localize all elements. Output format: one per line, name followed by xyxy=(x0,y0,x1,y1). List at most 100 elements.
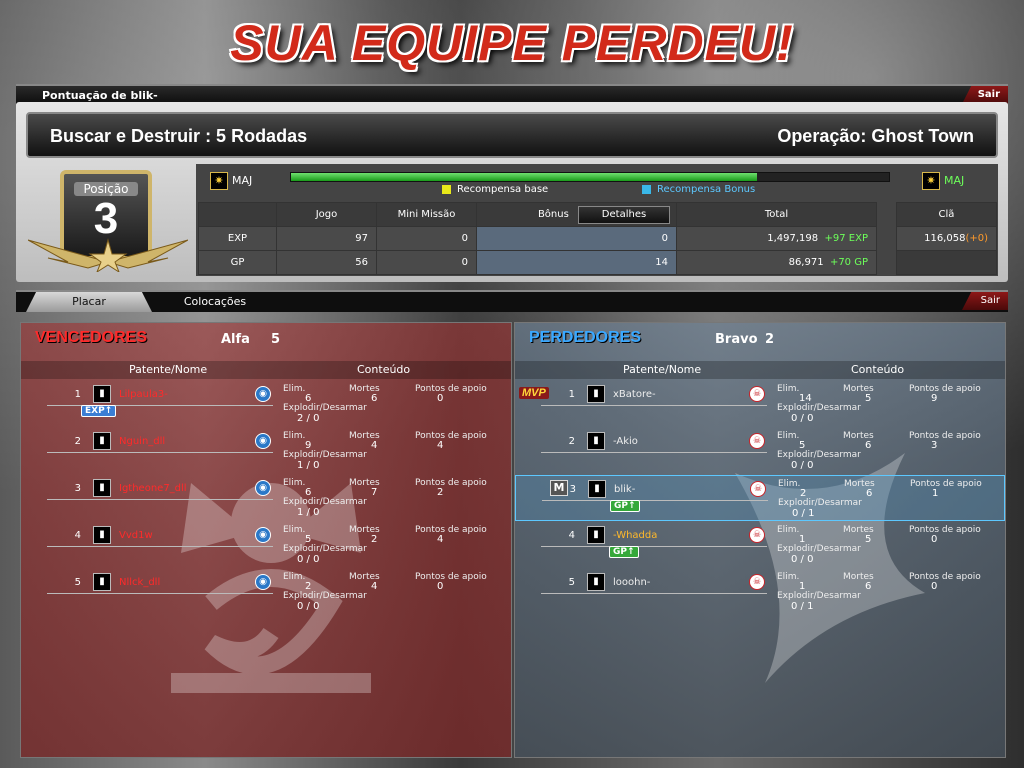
losers-team-name: Bravo xyxy=(715,332,758,347)
player-row[interactable]: MVP 1 ▮ xBatore- ☠ Elim. 14 Mortes 5 Pontos de ap… xyxy=(515,381,1005,427)
deaths-value: 5 xyxy=(865,534,872,545)
clan-exp-gain: (+0) xyxy=(965,233,988,244)
support-value: 9 xyxy=(931,393,938,404)
player-row[interactable]: M 3 ▮ blik- ☠ GP↑ Elim. 2 Mortes 6 Pontos de apoio… xyxy=(515,475,1005,521)
support-value: 0 xyxy=(931,581,938,592)
player-row[interactable]: 4 ▮ -Whadda ☠ GP↑ Elim. 1 Mortes 5 Pontos de apoi… xyxy=(515,522,1005,568)
rank-icon: ✷ xyxy=(210,172,228,190)
support-label: Pontos de apoio xyxy=(909,572,981,582)
details-button[interactable]: Detalhes xyxy=(578,205,670,224)
tab-placar[interactable]: Placar xyxy=(26,292,152,312)
col-bonus: Bônus Detalhes xyxy=(476,202,677,227)
gp-up-badge: GP↑ xyxy=(610,500,640,512)
defuse-label: Explodir/Desarmar xyxy=(777,544,861,554)
player-name: xBatore- xyxy=(613,389,656,400)
deaths-value: 6 xyxy=(866,488,873,499)
clan-exp-value: 116,058 xyxy=(924,233,966,244)
score-panel-header: Pontuação de blik- Sair xyxy=(16,84,1008,104)
kills-label: Elim. xyxy=(283,431,306,441)
clan-exp: 116,058(+0) xyxy=(896,226,997,251)
row-underline xyxy=(541,452,767,453)
winners-panel: VENCEDORES Alfa 5 Patente/Nome Conteúdo … xyxy=(20,322,512,758)
support-value: 0 xyxy=(437,393,444,404)
legend-bonus: Recompensa Bonus xyxy=(642,184,755,195)
kills-label: Elim. xyxy=(283,572,306,582)
gp-game: 56 xyxy=(276,250,377,275)
kills-label: Elim. xyxy=(283,384,306,394)
deaths-value: 6 xyxy=(371,393,378,404)
col-content-label: Conteúdo xyxy=(851,363,905,376)
support-value: 3 xyxy=(931,440,938,451)
rank-icon: ▮ xyxy=(93,479,111,497)
stats-table: Jogo Mini Missão Bônus Detalhes Total Cl… xyxy=(198,202,997,275)
rank-icon: ▮ xyxy=(587,573,605,591)
losers-title: PERDEDORES xyxy=(529,329,642,346)
defuse-value: 2 / 0 xyxy=(297,413,320,424)
support-value: 4 xyxy=(437,534,444,545)
tab-bar: Placar Colocações Sair xyxy=(16,290,1008,312)
player-row[interactable]: 5 ▮ looohn- ☠ Elim. 1 Mortes 6 Pontos de apoio 0 E… xyxy=(515,569,1005,615)
rank-icon: ▮ xyxy=(587,432,605,450)
support-label: Pontos de apoio xyxy=(415,478,487,488)
player-name: Nguin_dll xyxy=(119,436,166,447)
defuse-value: 0 / 0 xyxy=(297,554,320,565)
exp-mini: 0 xyxy=(376,226,477,251)
current-rank: ✷ MAJ xyxy=(210,168,252,194)
deaths-value: 6 xyxy=(865,440,872,451)
winners-team-name: Alfa xyxy=(221,332,250,347)
support-value: 2 xyxy=(437,487,444,498)
clan-icon: ☠ xyxy=(749,527,765,543)
player-row[interactable]: 2 ▮ -Akio ☠ Elim. 5 Mortes 6 Pontos de apoio 3 Exp… xyxy=(515,428,1005,474)
support-label: Pontos de apoio xyxy=(415,572,487,582)
defuse-label: Explodir/Desarmar xyxy=(777,450,861,460)
deaths-value: 7 xyxy=(371,487,378,498)
mvp-badge: MVP xyxy=(519,387,549,399)
player-position: 4 xyxy=(74,530,81,541)
col-bonus-label: Bônus xyxy=(537,208,569,220)
player-name: looohn- xyxy=(613,577,651,588)
kills-label: Elim. xyxy=(283,525,306,535)
player-position: 3 xyxy=(74,483,81,494)
player-position: 3 xyxy=(569,484,576,495)
kills-label: Elim. xyxy=(777,384,800,394)
player-row[interactable]: 5 ▮ Nllck_dll ◉ Elim. 2 Mortes 4 Pontos de apoio… xyxy=(21,569,511,615)
next-rank-label: MAJ xyxy=(944,174,965,187)
gp-gain: +70 GP xyxy=(829,257,868,268)
player-position: 2 xyxy=(568,436,575,447)
row-underline xyxy=(542,500,768,501)
support-label: Pontos de apoio xyxy=(415,384,487,394)
score-panel-title: Pontuação de blik- xyxy=(42,89,158,102)
player-row[interactable]: 3 ▮ Igtheone7_dll ◉ Elim. 6 Mortes 7 Pontos de a… xyxy=(21,475,511,521)
kills-label: Elim. xyxy=(777,431,800,441)
col-name-label: Patente/Nome xyxy=(129,363,208,376)
winners-column-header: Patente/Nome Conteúdo xyxy=(21,361,511,379)
player-position: 5 xyxy=(568,577,575,588)
row-underline xyxy=(541,405,767,406)
exit-button-2[interactable]: Sair xyxy=(962,292,1008,310)
clan-icon: ☠ xyxy=(750,481,766,497)
deaths-value: 4 xyxy=(371,440,378,451)
player-row[interactable]: 2 ▮ Nguin_dll ◉ Elim. 9 Mortes 4 Pontos de apoio… xyxy=(21,428,511,474)
rank-icon: ▮ xyxy=(93,573,111,591)
gp-total: 86,971 +70 GP xyxy=(676,250,877,275)
losers-team-score: 2 xyxy=(765,332,775,347)
rank-icon: ▮ xyxy=(93,432,111,450)
winners-team-score: 5 xyxy=(271,332,281,347)
defuse-value: 0 / 0 xyxy=(791,413,814,424)
clan-icon: ◉ xyxy=(255,480,271,496)
defuse-value: 1 / 0 xyxy=(297,460,320,471)
row-underline xyxy=(541,593,767,594)
result-banner: SUA EQUIPE PERDEU! xyxy=(230,15,794,71)
defuse-label: Explodir/Desarmar xyxy=(777,403,861,413)
rank-icon: ▮ xyxy=(587,385,605,403)
clan-icon: ☠ xyxy=(749,574,765,590)
kills-label: Elim. xyxy=(283,478,306,488)
tab-colocacoes[interactable]: Colocações xyxy=(152,292,278,312)
player-row[interactable]: 4 ▮ Vvd1w ◉ Elim. 5 Mortes 2 Pontos de apoio 4 Exp… xyxy=(21,522,511,568)
player-row[interactable]: 1 ▮ Lilpaula3- ◉ EXP↑ Elim. 6 Mortes 6 Pontos de … xyxy=(21,381,511,427)
kills-label: Elim. xyxy=(777,525,800,535)
rank-icon: ✷ xyxy=(922,172,940,190)
rank-icon: ▮ xyxy=(93,385,111,403)
player-position: 4 xyxy=(568,530,575,541)
exp-label: EXP xyxy=(198,226,277,251)
